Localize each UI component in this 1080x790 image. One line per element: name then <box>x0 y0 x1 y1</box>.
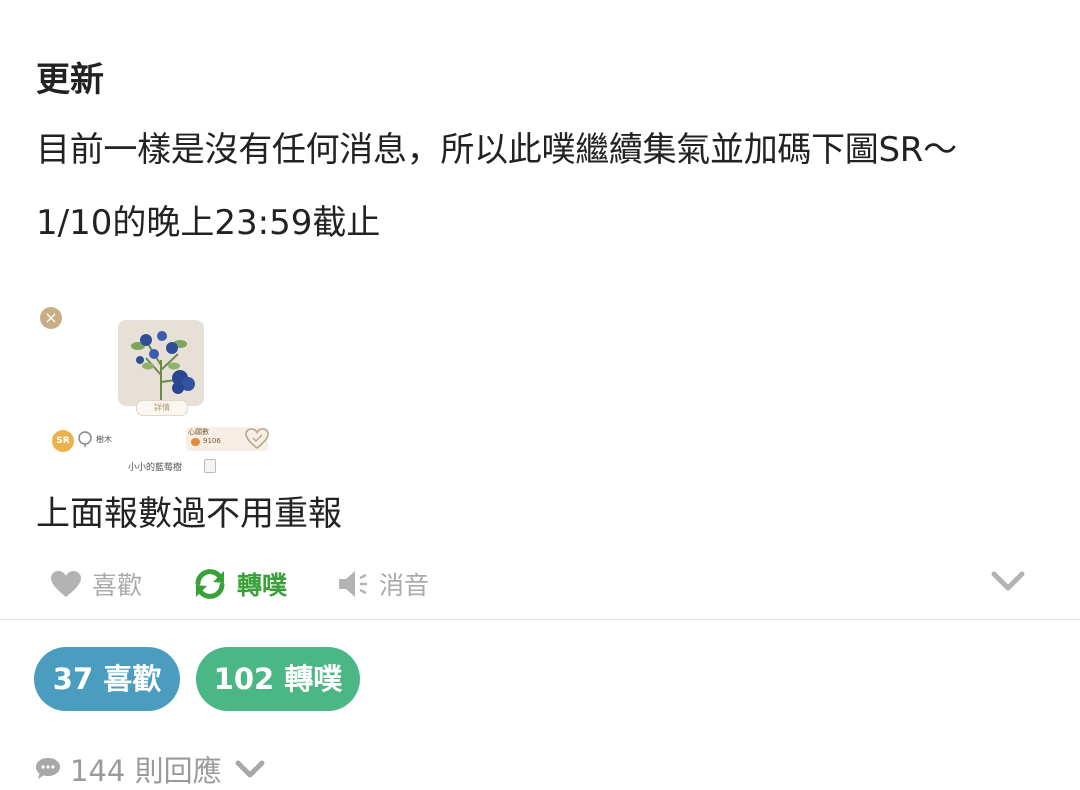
attached-image-card[interactable]: × 詳情 SR 樹木 心願數 9106 小小的藍莓樹 <box>36 302 286 480</box>
like-button[interactable]: 喜歡 <box>50 566 142 602</box>
wish-heart-icon[interactable] <box>244 427 270 451</box>
chevron-down-icon <box>235 760 265 778</box>
wish-count-title: 心願數 <box>188 428 209 436</box>
like-label: 喜歡 <box>92 571 143 600</box>
heart-icon <box>51 571 81 597</box>
replurk-button[interactable]: 轉噗 <box>193 566 287 602</box>
note-icon <box>204 459 216 473</box>
mute-button[interactable]: 消音 <box>337 566 429 602</box>
post-text-line-3: 上面報數過不用重報 <box>36 494 342 534</box>
replurks-count-pill[interactable]: 102 轉噗 <box>196 647 360 711</box>
type-label: 樹木 <box>96 435 112 444</box>
likes-count-pill[interactable]: 37 喜歡 <box>34 647 180 711</box>
post-text-line-1: 目前一樣是沒有任何消息，所以此噗繼續集氣並加碼下圖SR～ <box>36 130 957 170</box>
post-text-line-2: 1/10的晚上23:59截止 <box>36 203 381 243</box>
blueberry-tree-image <box>118 320 204 406</box>
close-icon: × <box>40 307 62 329</box>
chevron-down-icon[interactable] <box>990 566 1026 596</box>
responses-toggle[interactable]: 144 則回應 <box>34 748 266 790</box>
speaker-mute-icon <box>339 571 367 597</box>
replurk-label: 轉噗 <box>237 571 288 600</box>
wish-count-value: 9106 <box>203 437 221 445</box>
item-name: 小小的藍莓樹 <box>128 463 183 473</box>
comment-bubble-icon <box>36 758 60 779</box>
tree-type-icon <box>78 431 92 447</box>
rarity-badge: SR <box>52 430 74 452</box>
divider <box>0 619 1080 620</box>
responses-label: 144 則回應 <box>70 754 222 788</box>
post-title: 更新 <box>36 60 104 100</box>
mute-label: 消音 <box>379 571 430 600</box>
detail-button[interactable]: 詳情 <box>136 400 188 416</box>
replurk-icon <box>195 569 225 599</box>
small-heart-icon <box>191 438 200 446</box>
